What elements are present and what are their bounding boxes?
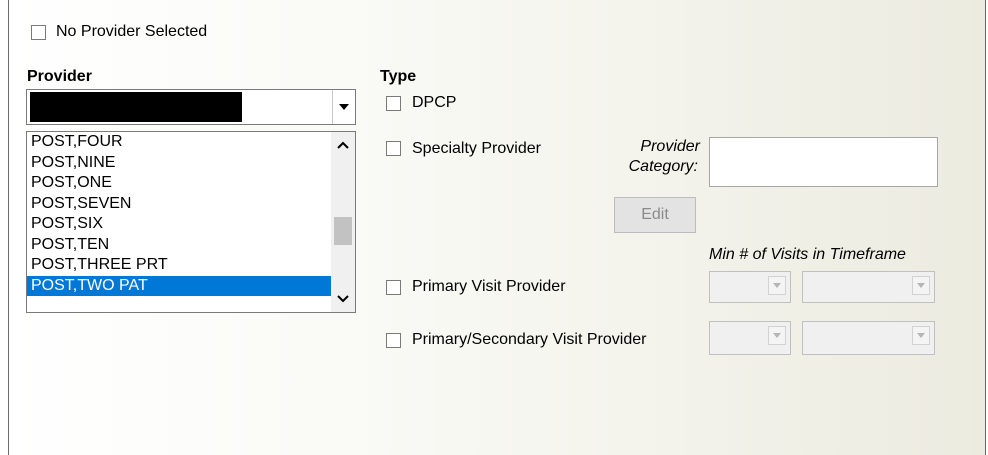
chevron-down-icon — [339, 104, 349, 110]
chevron-up-icon — [337, 141, 349, 149]
dpcp-label: DPCP — [412, 94, 457, 111]
specialty-provider-label: Specialty Provider — [412, 140, 541, 157]
primary-secondary-min-dropdown[interactable] — [709, 321, 791, 355]
scroll-down-arrow[interactable] — [331, 288, 355, 310]
provider-list-item[interactable]: POST,TEN — [27, 235, 355, 256]
scroll-up-arrow[interactable] — [331, 134, 355, 156]
dropdown-button[interactable] — [768, 276, 786, 295]
dpcp-checkbox[interactable] — [386, 96, 401, 111]
provider-dropdown-button[interactable] — [332, 90, 355, 124]
provider-category-label-1: Provider — [640, 138, 700, 155]
provider-list-item[interactable]: POST,NINE — [27, 153, 355, 174]
provider-list-item[interactable]: POST,SEVEN — [27, 194, 355, 215]
chevron-down-icon — [773, 283, 781, 288]
primary-secondary-visit-checkbox[interactable] — [386, 333, 401, 348]
no-provider-label: No Provider Selected — [56, 23, 208, 40]
provider-list-item[interactable]: POST,THREE PRT — [27, 255, 355, 276]
edit-button[interactable]: Edit — [614, 197, 696, 233]
chevron-down-icon — [773, 333, 781, 338]
provider-category-field[interactable] — [709, 137, 938, 187]
provider-list-item[interactable]: POST,ONE — [27, 173, 355, 194]
primary-secondary-visit-label: Primary/Secondary Visit Provider — [412, 331, 647, 348]
primary-visit-min-dropdown[interactable] — [709, 271, 791, 303]
provider-list-item[interactable]: POST,SIX — [27, 214, 355, 235]
chevron-down-icon — [917, 333, 925, 338]
redacted-value — [30, 92, 242, 122]
no-provider-checkbox[interactable] — [31, 25, 46, 40]
provider-list-item[interactable]: POST,TWO PAT — [27, 275, 355, 296]
provider-list-item[interactable]: POST,FOUR — [27, 132, 355, 153]
primary-visit-checkbox[interactable] — [386, 280, 401, 295]
provider-listbox[interactable]: POST,FOUR POST,NINE POST,ONE POST,SEVEN POST… — [26, 131, 356, 313]
scroll-thumb[interactable] — [334, 217, 352, 245]
type-heading: Type — [380, 68, 417, 85]
dropdown-button[interactable] — [912, 276, 930, 295]
provider-dropdown[interactable] — [26, 89, 356, 125]
provider-category-label-2: Category: — [628, 158, 698, 175]
provider-list-scrollbar[interactable] — [331, 132, 355, 312]
specialty-provider-checkbox[interactable] — [386, 141, 401, 156]
min-visits-label: Min # of Visits in Timeframe — [709, 246, 906, 263]
dropdown-button[interactable] — [912, 326, 930, 345]
dropdown-button[interactable] — [768, 326, 786, 345]
primary-secondary-timeframe-dropdown[interactable] — [802, 321, 935, 355]
primary-visit-label: Primary Visit Provider — [412, 278, 566, 295]
primary-visit-timeframe-dropdown[interactable] — [802, 271, 935, 303]
provider-heading: Provider — [27, 68, 92, 85]
chevron-down-icon — [337, 295, 349, 303]
chevron-down-icon — [917, 283, 925, 288]
